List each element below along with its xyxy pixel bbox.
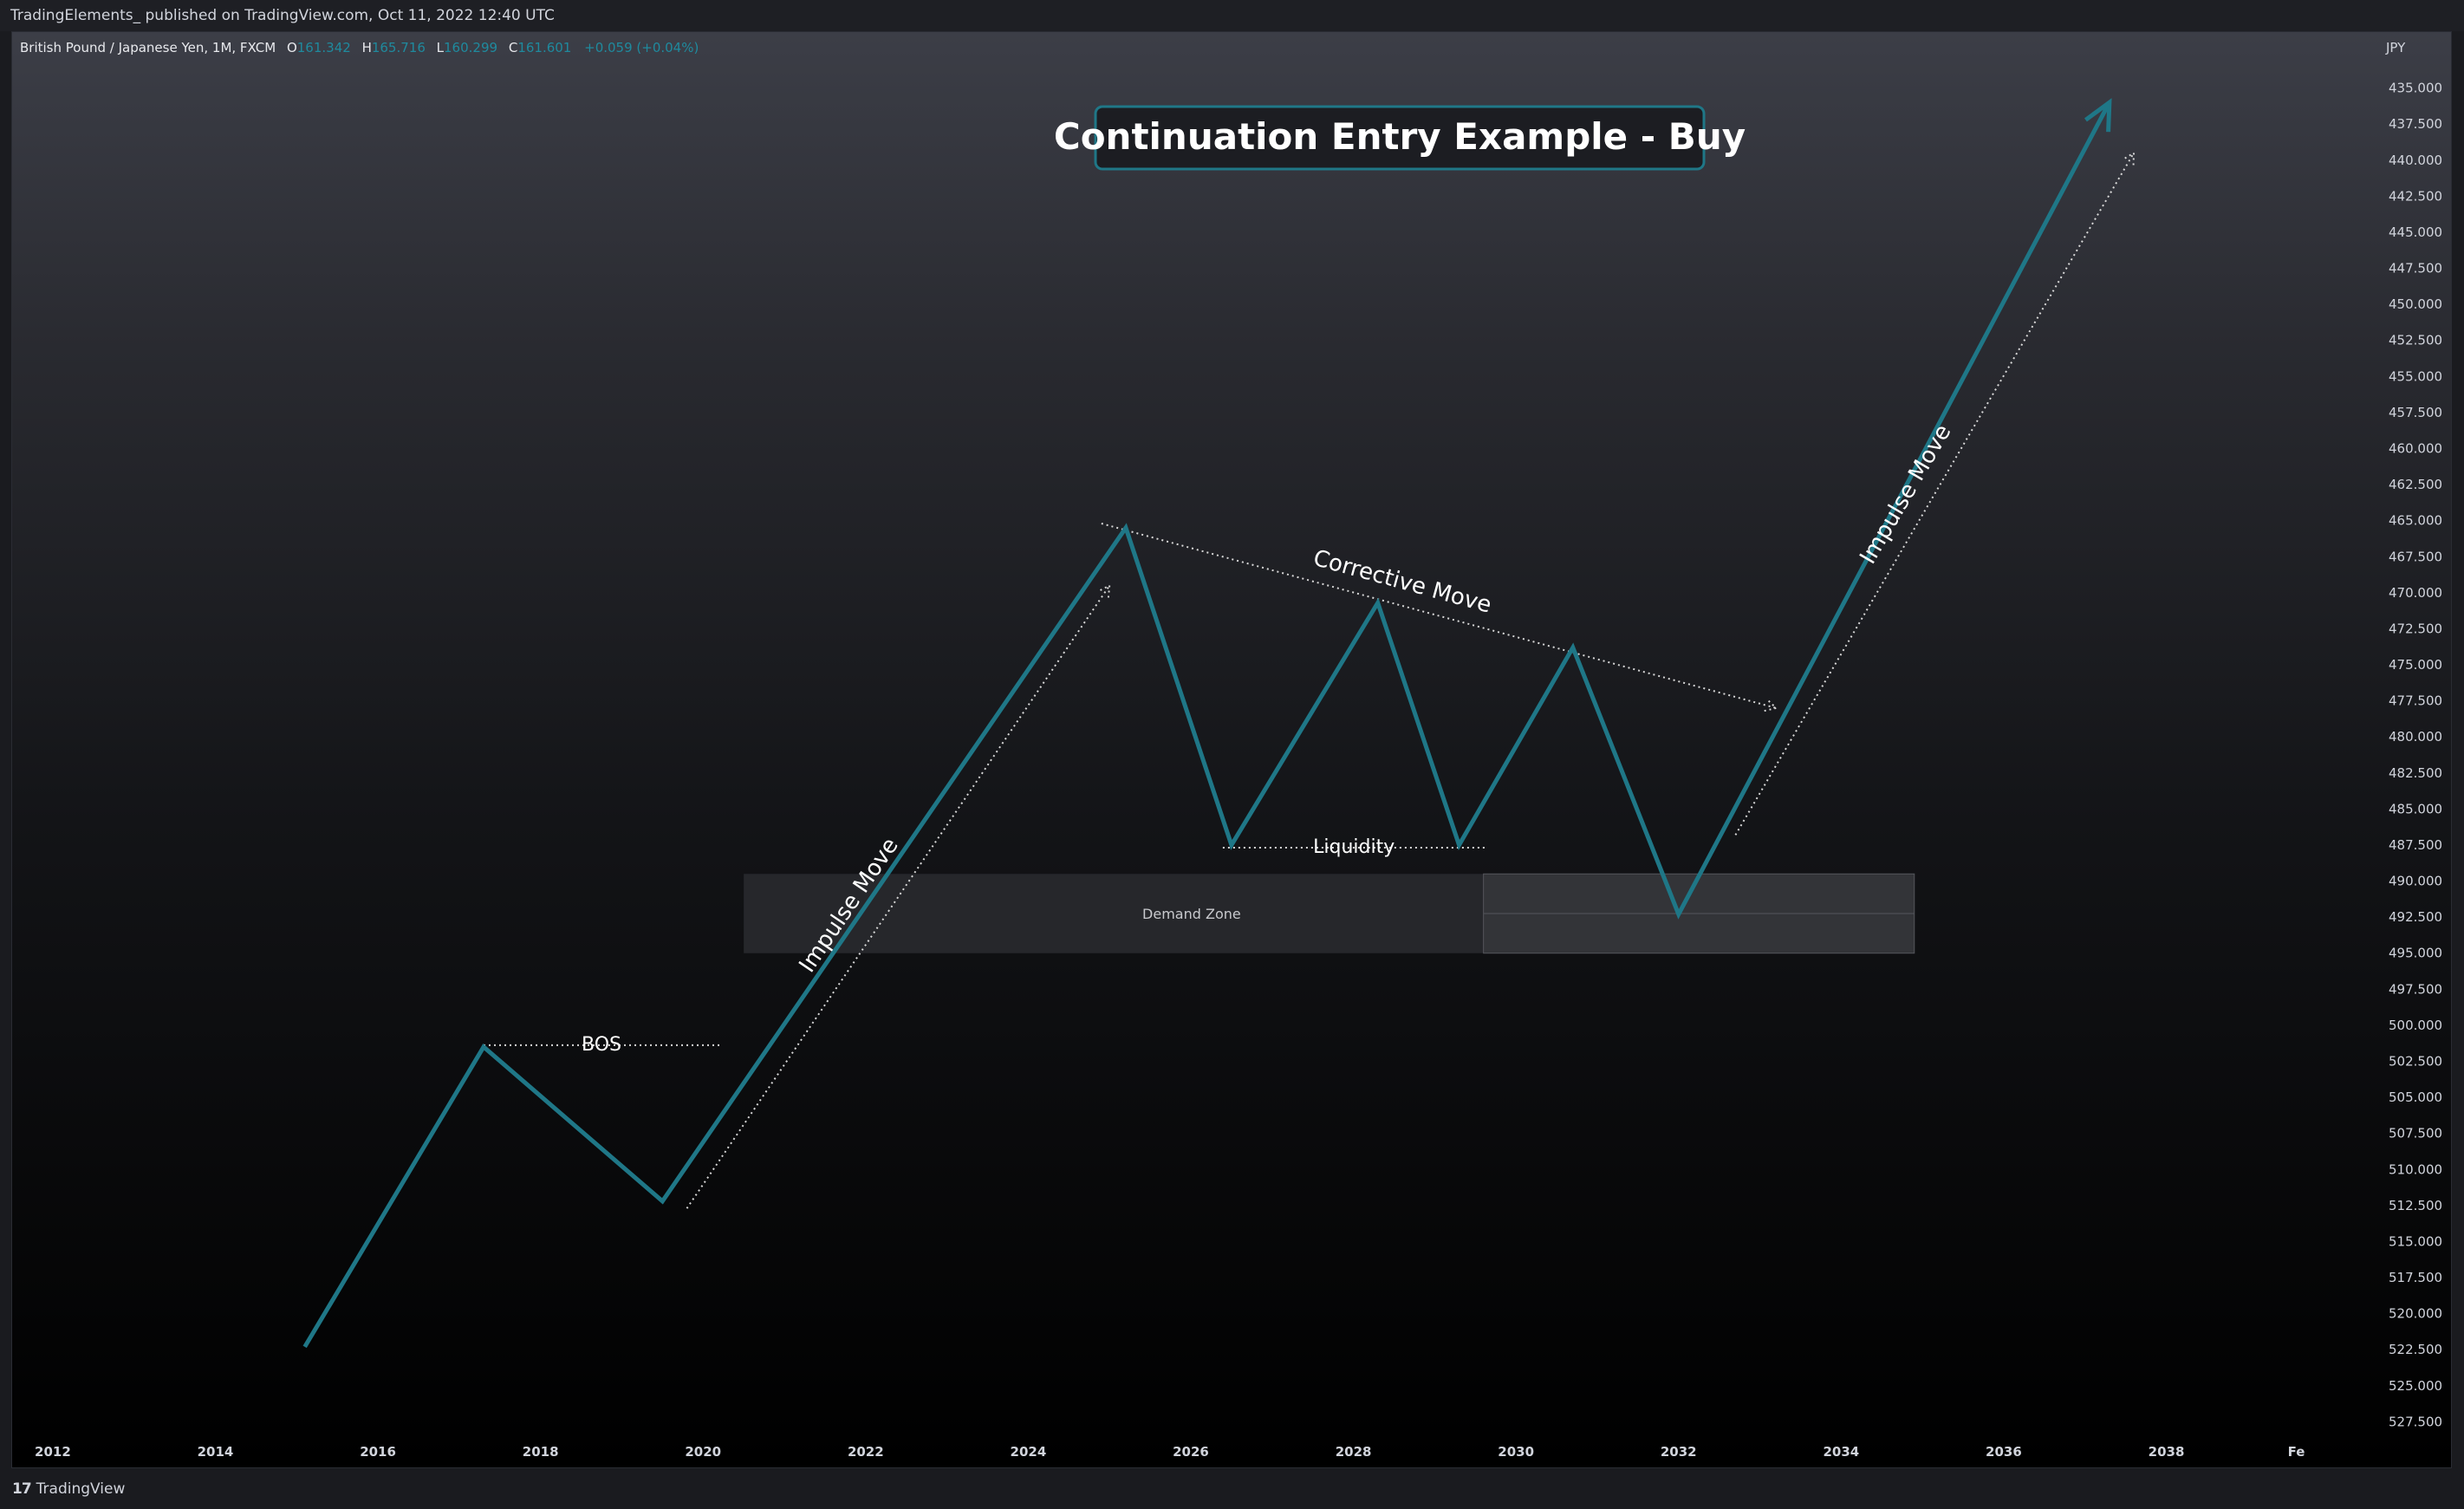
x-tick-label: 2020 (685, 1444, 721, 1460)
x-tick-label: 2014 (198, 1444, 234, 1460)
y-tick-label: 492.500 (2389, 909, 2442, 925)
y-tick-label: 505.000 (2389, 1089, 2442, 1105)
liquidity-label: Liquidity (1313, 836, 1395, 858)
y-tick-label: 520.000 (2389, 1306, 2442, 1322)
impulse-arrow-2 (1734, 152, 2135, 836)
chart-svg: Demand Zone BOS Liquidity Impulse Move Corr… (35, 40, 2442, 1460)
x-tick-label: 2022 (848, 1444, 884, 1460)
y-tick-label: 485.000 (2389, 801, 2442, 816)
y-tick-label: 527.500 (2389, 1414, 2442, 1429)
tradingview-logo-icon[interactable]: 17 (12, 1480, 32, 1498)
x-tick-label: 2038 (2149, 1444, 2185, 1460)
y-tick-label: 457.500 (2389, 405, 2442, 420)
y-tick-label: 500.000 (2389, 1018, 2442, 1033)
liquidity-label-group: Liquidity (1313, 836, 1395, 858)
y-tick-label: 465.000 (2389, 513, 2442, 529)
y-tick-label: 477.500 (2389, 693, 2442, 709)
y-tick-label: 437.500 (2389, 116, 2442, 132)
y-tick-label: 467.500 (2389, 549, 2442, 564)
title-box: Continuation Entry Example - Buy (1054, 105, 1746, 171)
impulse-label-2-group: Impulse Move (1855, 420, 1956, 569)
y-tick-label: 447.500 (2389, 261, 2442, 276)
corrective-label-group: Corrective Move (1310, 545, 1494, 619)
y-tick-label: 517.500 (2389, 1270, 2442, 1285)
x-tick-label: Fe (2288, 1444, 2305, 1460)
y-tick-label: 462.500 (2389, 477, 2442, 492)
x-tick-label: 2026 (1173, 1444, 1209, 1460)
x-tick-label: 2034 (1823, 1444, 1859, 1460)
y-tick-label: 507.500 (2389, 1126, 2442, 1142)
y-tick-label: 455.000 (2389, 368, 2442, 384)
y-tick-label: 470.000 (2389, 585, 2442, 601)
y-tick-label: 490.000 (2389, 874, 2442, 889)
x-tick-label: 2012 (35, 1444, 71, 1460)
corrective-arrow (1101, 523, 1777, 709)
impulse-arrow-2-head (2123, 151, 2136, 166)
price-line (302, 101, 2112, 1349)
y-tick-label: 442.500 (2389, 188, 2442, 204)
corrective-label: Corrective Move (1310, 545, 1494, 619)
y-tick-label: 497.500 (2389, 981, 2442, 997)
x-axis[interactable]: 2012 2014 2016 2018 2020 2022 2024 2026 2028 2030… (35, 1444, 2305, 1460)
y-tick-label: 480.000 (2389, 729, 2442, 745)
y-tick-label: 487.500 (2389, 837, 2442, 853)
y-tick-label: 472.500 (2389, 621, 2442, 636)
chart-title: Continuation Entry Example - Buy (1054, 115, 1746, 158)
demand-zone-label: Demand Zone (1142, 906, 1241, 922)
x-tick-label: 2036 (1986, 1444, 2022, 1460)
y-tick-label: 450.000 (2389, 296, 2442, 312)
footer: 17 TradingView (0, 1468, 2464, 1509)
x-tick-label: 2032 (1661, 1444, 1697, 1460)
bos-label: BOS (582, 1034, 621, 1056)
y-tick-label: 510.000 (2389, 1161, 2442, 1177)
y-tick-label: 435.000 (2389, 81, 2442, 96)
x-tick-label: 2028 (1336, 1444, 1372, 1460)
x-tick-label: 2024 (1011, 1444, 1047, 1460)
y-tick-label: 495.000 (2389, 946, 2442, 961)
bos-label-group: BOS (582, 1034, 621, 1056)
price-path (302, 98, 2112, 1349)
y-tick-label: 502.500 (2389, 1054, 2442, 1070)
y-tick-label: 452.500 (2389, 333, 2442, 348)
y-tick-label: 482.500 (2389, 765, 2442, 781)
x-tick-label: 2030 (1498, 1444, 1534, 1460)
corrective-arrow-head (1764, 699, 1778, 712)
y-axis[interactable]: JPY 435.000 437.500 440.000 442.500 445.000 44… (2385, 40, 2442, 1429)
y-tick-label: 522.500 (2389, 1342, 2442, 1357)
y-tick-label: 445.000 (2389, 224, 2442, 240)
annotation-labels: BOSLiquidityImpulse MoveCorrective MoveI… (582, 420, 1956, 1056)
y-tick-label: 440.000 (2389, 153, 2442, 168)
currency-label: JPY (2385, 40, 2406, 55)
y-tick-label: 460.000 (2389, 440, 2442, 456)
x-tick-label: 2018 (523, 1444, 559, 1460)
y-tick-label: 512.500 (2389, 1198, 2442, 1213)
y-tick-label: 515.000 (2389, 1233, 2442, 1249)
demand-zone[interactable]: Demand Zone (744, 873, 1915, 954)
y-tick-label: 525.000 (2389, 1378, 2442, 1394)
x-tick-label: 2016 (360, 1444, 396, 1460)
impulse-label-2: Impulse Move (1855, 420, 1956, 569)
y-tick-label: 475.000 (2389, 657, 2442, 673)
annotation-lines (484, 151, 2136, 1209)
footer-brand[interactable]: TradingView (36, 1480, 126, 1498)
